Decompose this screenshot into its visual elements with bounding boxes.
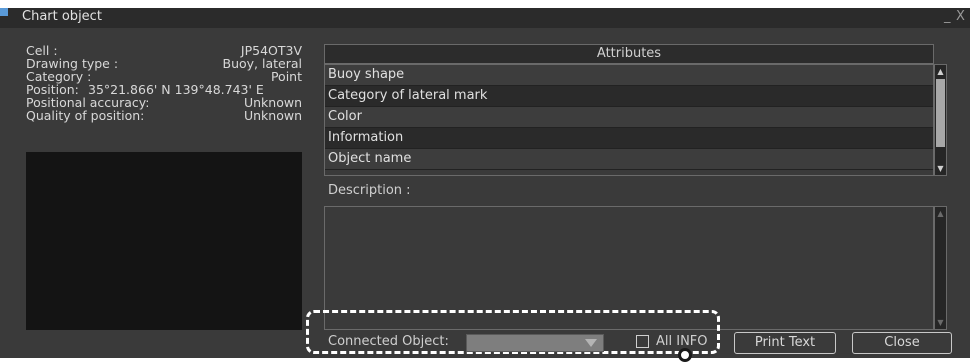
description-scrollbar[interactable]: ▲ ▼ xyxy=(934,206,947,330)
attributes-header: Attributes xyxy=(324,44,934,64)
attribute-row[interactable]: Buoy shape xyxy=(325,65,933,86)
scroll-down-icon[interactable]: ▼ xyxy=(936,317,945,328)
object-info-panel: Cell : JP54OT3V Drawing type : Buoy, lat… xyxy=(26,44,302,122)
quality-of-position-value: Unknown xyxy=(243,108,302,123)
chart-object-window: Chart object _ X Cell : JP54OT3V Drawing… xyxy=(0,8,970,358)
connected-object-label: Connected Object: xyxy=(328,334,449,349)
scroll-up-icon[interactable]: ▲ xyxy=(936,208,945,219)
scroll-thumb[interactable] xyxy=(936,79,945,147)
callout-marker xyxy=(678,348,692,362)
info-row-quality: Quality of position: Unknown xyxy=(26,109,302,122)
title-bar: Chart object _ X xyxy=(0,8,970,28)
object-preview xyxy=(26,152,302,330)
scroll-down-icon[interactable]: ▼ xyxy=(936,163,945,174)
print-text-button[interactable]: Print Text xyxy=(734,332,836,354)
all-info-label[interactable]: All INFO xyxy=(656,334,708,349)
attributes-list: Buoy shape Category of lateral mark Colo… xyxy=(324,64,934,176)
minimize-icon[interactable]: _ xyxy=(944,9,951,24)
scroll-up-icon[interactable]: ▲ xyxy=(936,66,945,77)
close-icon[interactable]: X xyxy=(956,9,965,24)
category-value: Point xyxy=(270,69,302,84)
close-button[interactable]: Close xyxy=(852,332,952,354)
description-label: Description : xyxy=(328,183,411,198)
attributes-scrollbar[interactable]: ▲ ▼ xyxy=(934,64,947,176)
connected-object-dropdown[interactable] xyxy=(466,334,604,352)
window-corner-accent xyxy=(0,8,8,16)
attribute-row[interactable]: Color xyxy=(325,107,933,128)
attribute-row[interactable]: Object name xyxy=(325,149,933,170)
all-info-checkbox[interactable] xyxy=(636,335,649,348)
attribute-row[interactable]: Category of lateral mark xyxy=(325,86,933,107)
attribute-row[interactable]: Information xyxy=(325,128,933,149)
chevron-down-icon xyxy=(585,339,597,347)
window-title: Chart object xyxy=(22,9,102,24)
quality-of-position-label: Quality of position: xyxy=(26,108,145,123)
